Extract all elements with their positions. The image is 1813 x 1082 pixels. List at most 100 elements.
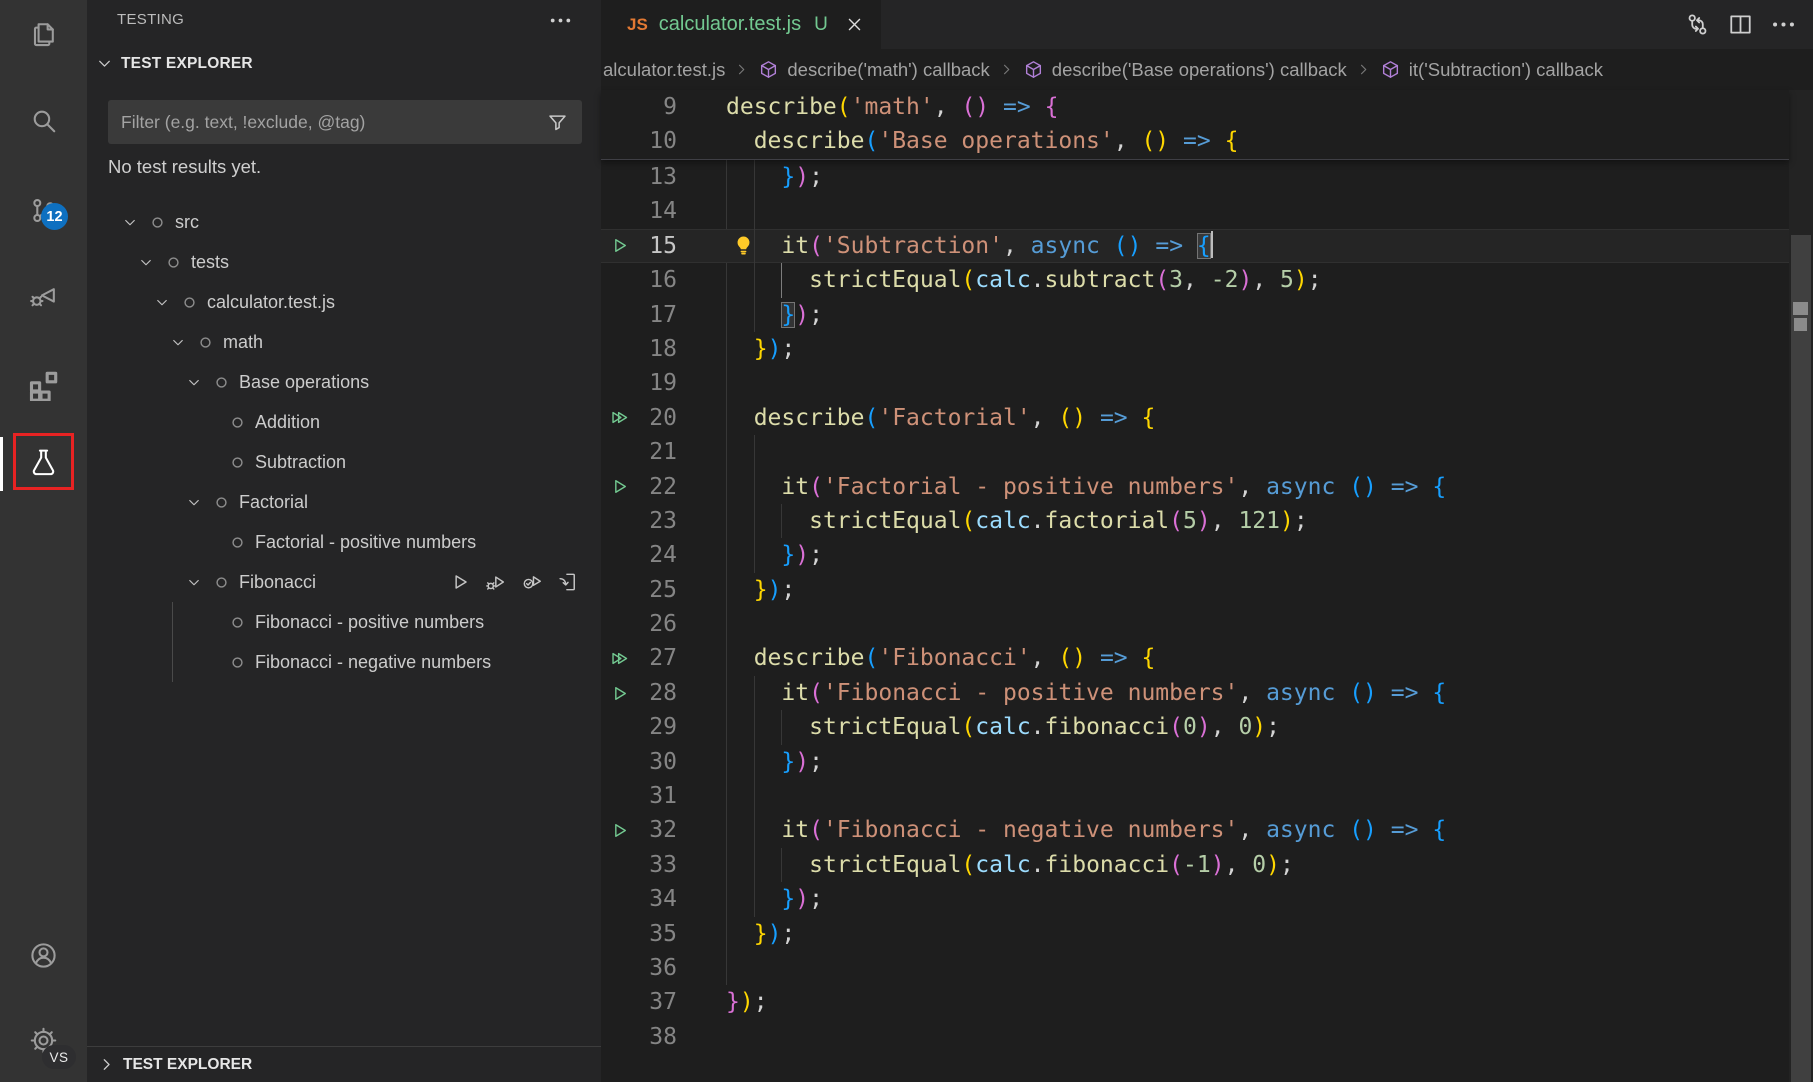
- run-all-tests-icon[interactable]: [609, 648, 630, 669]
- chevron-down-icon[interactable]: [181, 494, 207, 511]
- editor-scrollbar[interactable]: [1789, 90, 1813, 1082]
- code-line-9[interactable]: 9describe('math', () => {: [601, 90, 1789, 124]
- code-token: ): [740, 989, 754, 1015]
- test-explorer-collapsed-section[interactable]: TEST EXPLORER: [87, 1046, 601, 1082]
- chevron-spacer: [197, 414, 223, 431]
- tree-item-tests[interactable]: tests: [87, 242, 601, 282]
- tree-item-src[interactable]: src: [87, 202, 601, 242]
- code-line-24[interactable]: 24 });: [601, 538, 1789, 572]
- tree-item-subtraction[interactable]: Subtraction: [87, 442, 601, 482]
- code-token: it: [781, 817, 809, 843]
- code-line-35[interactable]: 35 });: [601, 917, 1789, 951]
- run-test-icon[interactable]: [609, 683, 630, 704]
- code-line-29[interactable]: 29 strictEqual(calc.fibonacci(0), 0);: [601, 710, 1789, 744]
- goto-test-icon[interactable]: [557, 571, 579, 593]
- code-token: }: [781, 164, 795, 190]
- overview-ruler-marker: [1793, 302, 1808, 315]
- code-token: [726, 921, 754, 947]
- code-line-14[interactable]: 14: [601, 194, 1789, 228]
- code-line-36[interactable]: 36: [601, 951, 1789, 985]
- toggle-changes-icon[interactable]: [1684, 11, 1711, 38]
- code-token: {: [1197, 233, 1211, 259]
- run-all-tests-icon[interactable]: [609, 407, 630, 428]
- chevron-down-icon[interactable]: [181, 374, 207, 391]
- breadcrumb-item[interactable]: alculator.test.js: [603, 59, 725, 81]
- coverage-test-icon[interactable]: [521, 571, 543, 593]
- close-icon[interactable]: [844, 14, 865, 35]
- code-line-25[interactable]: 25 });: [601, 573, 1789, 607]
- line-content: strictEqual(calc.factorial(5), 121);: [726, 504, 1789, 538]
- debug-test-icon[interactable]: [485, 571, 507, 593]
- code-line-19[interactable]: 19: [601, 366, 1789, 400]
- chevron-down-icon[interactable]: [133, 254, 159, 271]
- test-filter-input[interactable]: Filter (e.g. text, !exclude, @tag): [108, 100, 582, 144]
- code-line-10[interactable]: 10 describe('Base operations', () => {: [601, 124, 1789, 158]
- code-line-26[interactable]: 26: [601, 607, 1789, 641]
- code-area[interactable]: 9describe('math', () => {10 describe('Ba…: [601, 90, 1789, 1082]
- tree-item-calculator-test-js[interactable]: calculator.test.js: [87, 282, 601, 322]
- tree-item-base-operations[interactable]: Base operations: [87, 362, 601, 402]
- code-line-30[interactable]: 30 });: [601, 745, 1789, 779]
- extensions-icon[interactable]: [0, 357, 87, 413]
- breadcrumb-item[interactable]: it('Subtraction') callback: [1409, 59, 1603, 81]
- lightbulb-icon[interactable]: [731, 233, 756, 258]
- code-token: =>: [1100, 645, 1128, 671]
- code-token: [1377, 680, 1391, 706]
- symbol-cube-icon: [758, 59, 779, 80]
- accounts-icon[interactable]: [0, 927, 87, 983]
- code-line-13[interactable]: 13 });: [601, 160, 1789, 194]
- code-line-37[interactable]: 37});: [601, 985, 1789, 1019]
- chevron-down-icon[interactable]: [165, 334, 191, 351]
- tab-calculator-test-js[interactable]: JS calculator.test.js U: [601, 0, 881, 49]
- code-line-20[interactable]: 20 describe('Factorial', () => {: [601, 401, 1789, 435]
- code-line-18[interactable]: 18 });: [601, 332, 1789, 366]
- tree-item-fibonacci-negative-numbers[interactable]: Fibonacci - negative numbers: [87, 642, 601, 682]
- search-icon[interactable]: [0, 92, 87, 148]
- tree-item-fibonacci-positive-numbers[interactable]: Fibonacci - positive numbers: [87, 602, 601, 642]
- tree-item-math[interactable]: math: [87, 322, 601, 362]
- line-number: 21: [633, 435, 677, 469]
- run-test-icon[interactable]: [609, 476, 630, 497]
- tree-item-fibonacci[interactable]: Fibonacci: [87, 562, 601, 602]
- test-explorer-section-header[interactable]: TEST EXPLORER: [95, 54, 253, 73]
- code-token: ;: [1308, 267, 1322, 293]
- run-test-icon[interactable]: [609, 235, 630, 256]
- more-actions-icon[interactable]: [1770, 11, 1797, 38]
- breadcrumb-item[interactable]: describe('Base operations') callback: [1052, 59, 1347, 81]
- tree-item-addition[interactable]: Addition: [87, 402, 601, 442]
- code-line-27[interactable]: 27 describe('Fibonacci', () => {: [601, 641, 1789, 675]
- code-line-17[interactable]: 17 });: [601, 298, 1789, 332]
- code-line-22[interactable]: 22 it('Factorial - positive numbers', as…: [601, 470, 1789, 504]
- code-token: ): [768, 577, 782, 603]
- code-line-21[interactable]: 21: [601, 435, 1789, 469]
- split-editor-icon[interactable]: [1727, 11, 1754, 38]
- code-token: subtract: [1045, 267, 1156, 293]
- code-line-23[interactable]: 23 strictEqual(calc.factorial(5), 121);: [601, 504, 1789, 538]
- chevron-down-icon[interactable]: [149, 294, 175, 311]
- tree-item-factorial-positive-numbers[interactable]: Factorial - positive numbers: [87, 522, 601, 562]
- breadcrumb-item[interactable]: describe('math') callback: [787, 59, 989, 81]
- code-line-15[interactable]: 15 it('Subtraction', async () => {: [601, 229, 1789, 263]
- tree-item-factorial[interactable]: Factorial: [87, 482, 601, 522]
- explorer-icon[interactable]: [0, 7, 87, 63]
- code-line-28[interactable]: 28 it('Fibonacci - positive numbers', as…: [601, 676, 1789, 710]
- tree-item-label: tests: [191, 252, 229, 273]
- chevron-down-icon[interactable]: [181, 574, 207, 591]
- code-line-31[interactable]: 31: [601, 779, 1789, 813]
- filter-funnel-icon[interactable]: [546, 111, 569, 134]
- code-line-16[interactable]: 16 strictEqual(calc.subtract(3, -2), 5);: [601, 263, 1789, 297]
- code-line-33[interactable]: 33 strictEqual(calc.fibonacci(-1), 0);: [601, 848, 1789, 882]
- code-line-34[interactable]: 34 });: [601, 882, 1789, 916]
- code-line-38[interactable]: 38: [601, 1020, 1789, 1054]
- more-actions-icon[interactable]: [548, 8, 573, 33]
- run-and-debug-icon[interactable]: [0, 267, 87, 323]
- code-token: ): [1238, 267, 1252, 293]
- indent-guide: [726, 813, 727, 847]
- code-line-32[interactable]: 32 it('Fibonacci - negative numbers', as…: [601, 813, 1789, 847]
- run-test-icon[interactable]: [609, 820, 630, 841]
- scrollbar-thumb[interactable]: [1791, 235, 1811, 1082]
- run-test-icon[interactable]: [449, 571, 471, 593]
- code-token: =>: [1003, 94, 1031, 120]
- chevron-down-icon[interactable]: [117, 214, 143, 231]
- code-token: ,: [1238, 680, 1266, 706]
